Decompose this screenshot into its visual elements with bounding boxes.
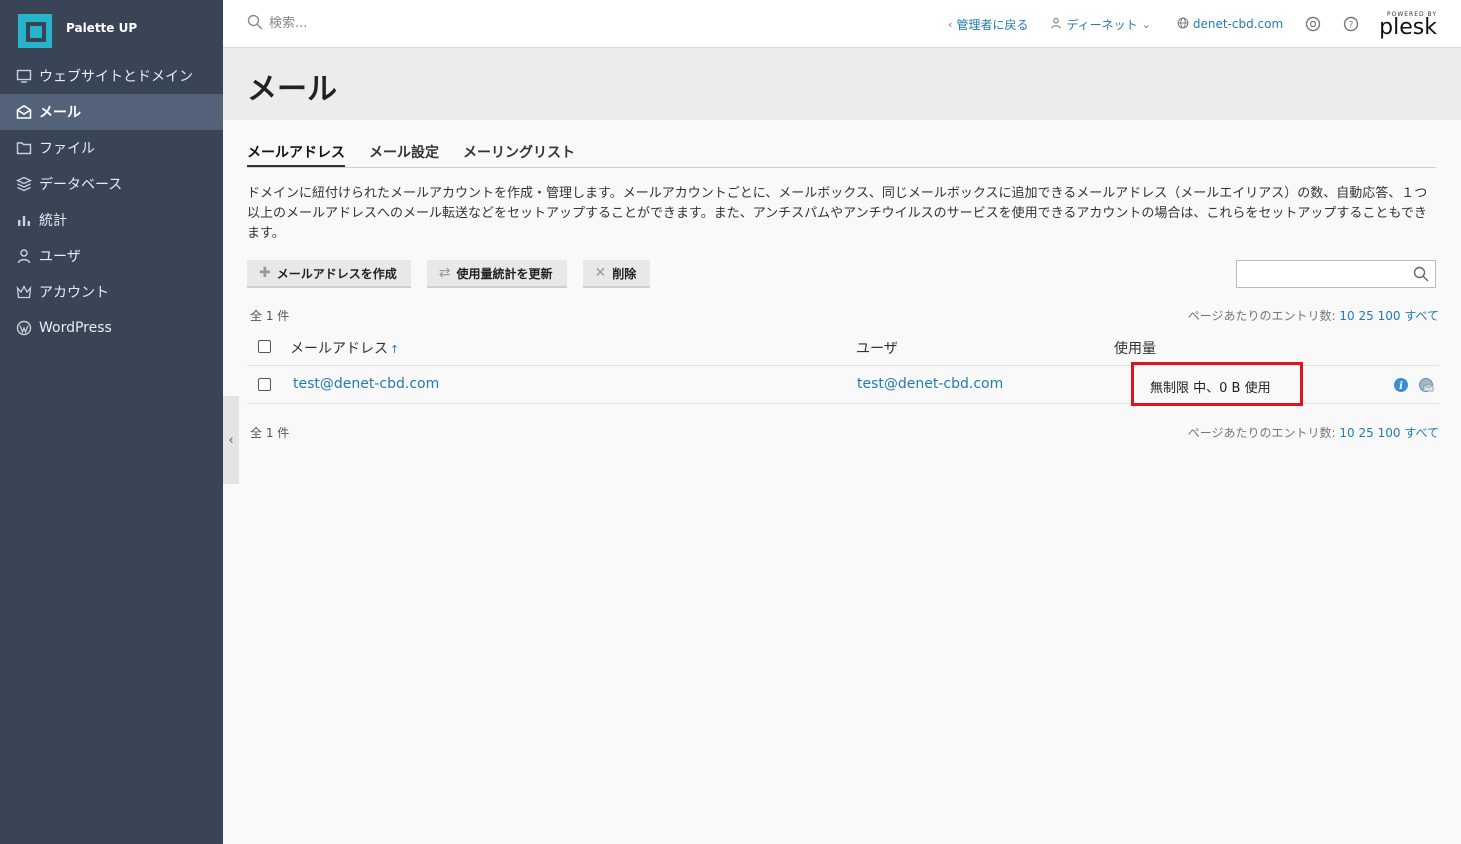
global-search bbox=[247, 14, 647, 34]
delete-button[interactable]: ✕ 削除 bbox=[582, 260, 651, 288]
select-all-checkbox[interactable] bbox=[258, 340, 271, 353]
sidebar-item-statistics[interactable]: 統計 bbox=[0, 202, 223, 238]
help-icon[interactable]: ? bbox=[1343, 16, 1359, 32]
sidebar-item-label: ユーザ bbox=[39, 249, 81, 265]
per-page-label: ページあたりのエントリ数: bbox=[1187, 309, 1336, 323]
sidebar-item-databases[interactable]: データベース bbox=[0, 166, 223, 202]
tab-mail-settings[interactable]: メール設定 bbox=[369, 140, 439, 167]
brand-logo bbox=[16, 8, 56, 48]
toolbar: ✚ メールアドレスを作成 ⇄ 使用量統計を更新 ✕ 削除 bbox=[247, 260, 666, 288]
page-header: メール bbox=[223, 48, 1461, 120]
search-icon bbox=[247, 14, 269, 34]
tab-bar: メールアドレス メール設定 メーリングリスト bbox=[247, 140, 1436, 168]
sidebar-item-label: メール bbox=[39, 105, 81, 121]
per-page-100[interactable]: 100 bbox=[1378, 426, 1401, 440]
tab-email-addresses[interactable]: メールアドレス bbox=[247, 140, 345, 167]
row-email-link[interactable]: test@denet-cbd.com bbox=[293, 376, 439, 392]
search-input[interactable] bbox=[269, 16, 629, 31]
domain-link[interactable]: denet-cbd.com bbox=[1177, 17, 1283, 32]
sidebar-item-account[interactable]: アカウント bbox=[0, 274, 223, 310]
total-count-top: 全 1 件 bbox=[250, 309, 290, 323]
database-icon bbox=[15, 175, 33, 193]
page-description: ドメインに紐付けられたメールアカウントを作成・管理します。メールアカウントごとに… bbox=[247, 186, 1428, 241]
tab-mailing-lists[interactable]: メーリングリスト bbox=[463, 140, 575, 167]
extensions-icon[interactable] bbox=[1305, 16, 1321, 32]
column-header-email[interactable]: メールアドレス ↑ bbox=[290, 338, 399, 358]
plesk-wordmark: plesk bbox=[1379, 14, 1437, 40]
domain-link-label: denet-cbd.com bbox=[1192, 17, 1284, 31]
delete-label: 削除 bbox=[612, 266, 637, 281]
wordpress-icon bbox=[15, 319, 33, 337]
plesk-logo: POWERED BY plesk bbox=[1379, 11, 1437, 40]
sidebar-item-label: アカウント bbox=[39, 285, 109, 301]
back-to-admin-label: 管理者に戻る bbox=[956, 17, 1029, 32]
per-page-10[interactable]: 10 bbox=[1339, 309, 1354, 323]
column-header-usage: 使用量 bbox=[1114, 341, 1156, 357]
brand-name: Palette UP bbox=[66, 21, 138, 35]
sidebar-item-users[interactable]: ユーザ bbox=[0, 238, 223, 274]
user-icon bbox=[15, 247, 33, 265]
row-checkbox[interactable] bbox=[258, 378, 271, 391]
per-page-100[interactable]: 100 bbox=[1378, 309, 1401, 323]
chevron-left-icon: ‹ bbox=[948, 17, 953, 31]
user-menu[interactable]: ディーネット ⌄ bbox=[1050, 16, 1154, 33]
sidebar-item-label: ファイル bbox=[39, 141, 95, 157]
row-usage-value: 無制限 中、0 B 使用 bbox=[1150, 381, 1271, 396]
sidebar-item-label: ウェブサイトとドメイン bbox=[39, 69, 193, 85]
back-to-admin-link[interactable]: ‹ 管理者に戻る bbox=[948, 16, 1028, 33]
list-search-input[interactable] bbox=[1237, 261, 1407, 287]
user-icon bbox=[1050, 17, 1062, 32]
user-menu-label: ディーネット bbox=[1066, 17, 1138, 32]
create-email-label: メールアドレスを作成 bbox=[276, 266, 397, 281]
sidebar-item-files[interactable]: ファイル bbox=[0, 130, 223, 166]
mail-icon bbox=[15, 103, 33, 121]
update-usage-stats-button[interactable]: ⇄ 使用量統計を更新 bbox=[426, 260, 567, 288]
refresh-icon: ⇄ bbox=[438, 265, 451, 281]
webmail-icon[interactable] bbox=[1418, 377, 1434, 393]
globe-icon bbox=[1177, 17, 1189, 32]
row-user-link[interactable]: test@denet-cbd.com bbox=[857, 376, 1003, 392]
crown-icon bbox=[15, 283, 33, 301]
info-icon[interactable]: i bbox=[1393, 377, 1409, 393]
per-page-all[interactable]: すべて bbox=[1404, 426, 1439, 440]
chevron-down-icon: ⌄ bbox=[1141, 17, 1151, 31]
sidebar-item-mail[interactable]: メール bbox=[0, 94, 223, 130]
per-page-label: ページあたりのエントリ数: bbox=[1187, 426, 1336, 440]
sidebar-item-wordpress[interactable]: WordPress bbox=[0, 310, 223, 346]
column-header-email-label: メールアドレス bbox=[290, 341, 388, 357]
plus-icon: ✚ bbox=[259, 265, 271, 281]
svg-text:?: ? bbox=[1349, 21, 1354, 31]
page-title: メール bbox=[247, 72, 337, 107]
folder-icon bbox=[15, 139, 33, 157]
svg-text:i: i bbox=[1399, 381, 1403, 392]
sidebar-item-label: WordPress bbox=[39, 320, 112, 336]
per-page-25[interactable]: 25 bbox=[1358, 426, 1373, 440]
total-count-bottom: 全 1 件 bbox=[250, 426, 290, 440]
brand[interactable]: Palette UP bbox=[0, 0, 223, 56]
per-page-10[interactable]: 10 bbox=[1339, 426, 1354, 440]
per-page-all[interactable]: すべて bbox=[1404, 309, 1439, 323]
sidebar-collapse-handle[interactable]: ‹ bbox=[223, 396, 239, 484]
topbar-right: ‹ 管理者に戻る ディーネット ⌄ denet-cbd.com ? POWERED … bbox=[926, 0, 1437, 48]
sidebar: Palette UP ウェブサイトとドメイン メール ファイル データベース 統… bbox=[0, 0, 223, 844]
sidebar-item-websites[interactable]: ウェブサイトとドメイン bbox=[0, 58, 223, 94]
close-icon: ✕ bbox=[594, 265, 607, 281]
sidebar-nav: ウェブサイトとドメイン メール ファイル データベース 統計 ユーザ アカウント bbox=[0, 58, 223, 346]
per-page-25[interactable]: 25 bbox=[1358, 309, 1373, 323]
column-header-user: ユーザ bbox=[856, 341, 898, 357]
monitor-icon bbox=[15, 67, 33, 85]
list-search-box bbox=[1236, 260, 1436, 288]
create-email-button[interactable]: ✚ メールアドレスを作成 bbox=[247, 260, 411, 288]
pager-top: ページあたりのエントリ数: 10 25 100 すべて bbox=[1188, 307, 1439, 324]
topbar: ‹管理者に戻る ディーネット⌄ denet-cbd.com ? POWERED … bbox=[223, 0, 1461, 48]
bar-chart-icon bbox=[15, 211, 33, 229]
pager-bottom: ページあたりのエントリ数: 10 25 100 すべて bbox=[1188, 424, 1439, 441]
sidebar-item-label: 統計 bbox=[39, 213, 67, 229]
sort-ascending-icon: ↑ bbox=[390, 343, 400, 356]
update-usage-stats-label: 使用量統計を更新 bbox=[456, 266, 553, 281]
sidebar-item-label: データベース bbox=[39, 177, 123, 193]
